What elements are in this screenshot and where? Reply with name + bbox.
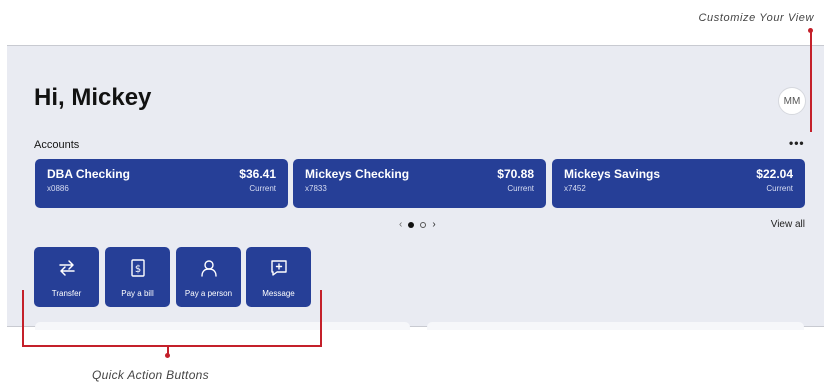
quick-action-label: Transfer — [51, 289, 82, 298]
quick-action-label: Message — [262, 289, 295, 298]
carousel-pager: ‹ › — [399, 219, 436, 230]
content-card — [427, 322, 804, 330]
account-balance: $22.04 — [756, 167, 793, 181]
account-card-dba-checking[interactable]: DBA Checking x0886 $36.41 Current — [35, 159, 288, 208]
account-status: Current — [507, 184, 534, 193]
pager-next-button[interactable]: › — [432, 219, 435, 230]
accounts-section-label: Accounts — [34, 139, 80, 151]
account-name: Mickeys Checking — [305, 167, 410, 181]
callout-line — [320, 290, 322, 346]
account-number: x7452 — [564, 184, 586, 193]
account-name: DBA Checking — [47, 167, 130, 181]
app-frame: Hi, Mickey MM Accounts ••• DBA Checking … — [7, 45, 824, 330]
account-status: Current — [249, 184, 276, 193]
quick-actions-callout: Quick Action Buttons — [92, 368, 209, 382]
quick-action-label: Pay a bill — [121, 289, 154, 298]
transfer-button[interactable]: Transfer — [34, 247, 99, 307]
callout-line — [22, 290, 24, 346]
account-number: x0886 — [47, 184, 69, 193]
svg-text:$: $ — [134, 264, 140, 275]
pager-prev-button[interactable]: ‹ — [399, 219, 402, 230]
pager-dot[interactable] — [420, 221, 427, 228]
content-card — [35, 322, 410, 330]
callout-line — [22, 345, 322, 347]
callout-marker — [165, 353, 170, 358]
account-status: Current — [766, 184, 793, 193]
customize-view-callout: Customize Your View — [698, 12, 814, 24]
more-options-button[interactable]: ••• — [789, 136, 805, 150]
pay-bill-button[interactable]: $ Pay a bill — [105, 247, 170, 307]
account-balance: $70.88 — [497, 167, 534, 181]
avatar[interactable]: MM — [778, 87, 806, 115]
bill-icon: $ — [130, 259, 145, 277]
account-name: Mickeys Savings — [564, 167, 661, 181]
account-balance: $36.41 — [239, 167, 276, 181]
view-all-link[interactable]: View all — [771, 219, 805, 230]
pay-person-button[interactable]: Pay a person — [176, 247, 241, 307]
quick-action-label: Pay a person — [184, 289, 233, 298]
account-card-mickeys-checking[interactable]: Mickeys Checking x7833 $70.88 Current — [293, 159, 546, 208]
account-number: x7833 — [305, 184, 327, 193]
person-icon — [200, 260, 217, 277]
transfer-icon — [58, 260, 75, 276]
pager-dot-active[interactable] — [408, 221, 415, 228]
callout-line — [810, 30, 812, 132]
message-icon — [270, 260, 287, 276]
page-greeting: Hi, Mickey — [34, 84, 152, 111]
message-button[interactable]: Message — [246, 247, 311, 307]
account-card-mickeys-savings[interactable]: Mickeys Savings x7452 $22.04 Current — [552, 159, 805, 208]
